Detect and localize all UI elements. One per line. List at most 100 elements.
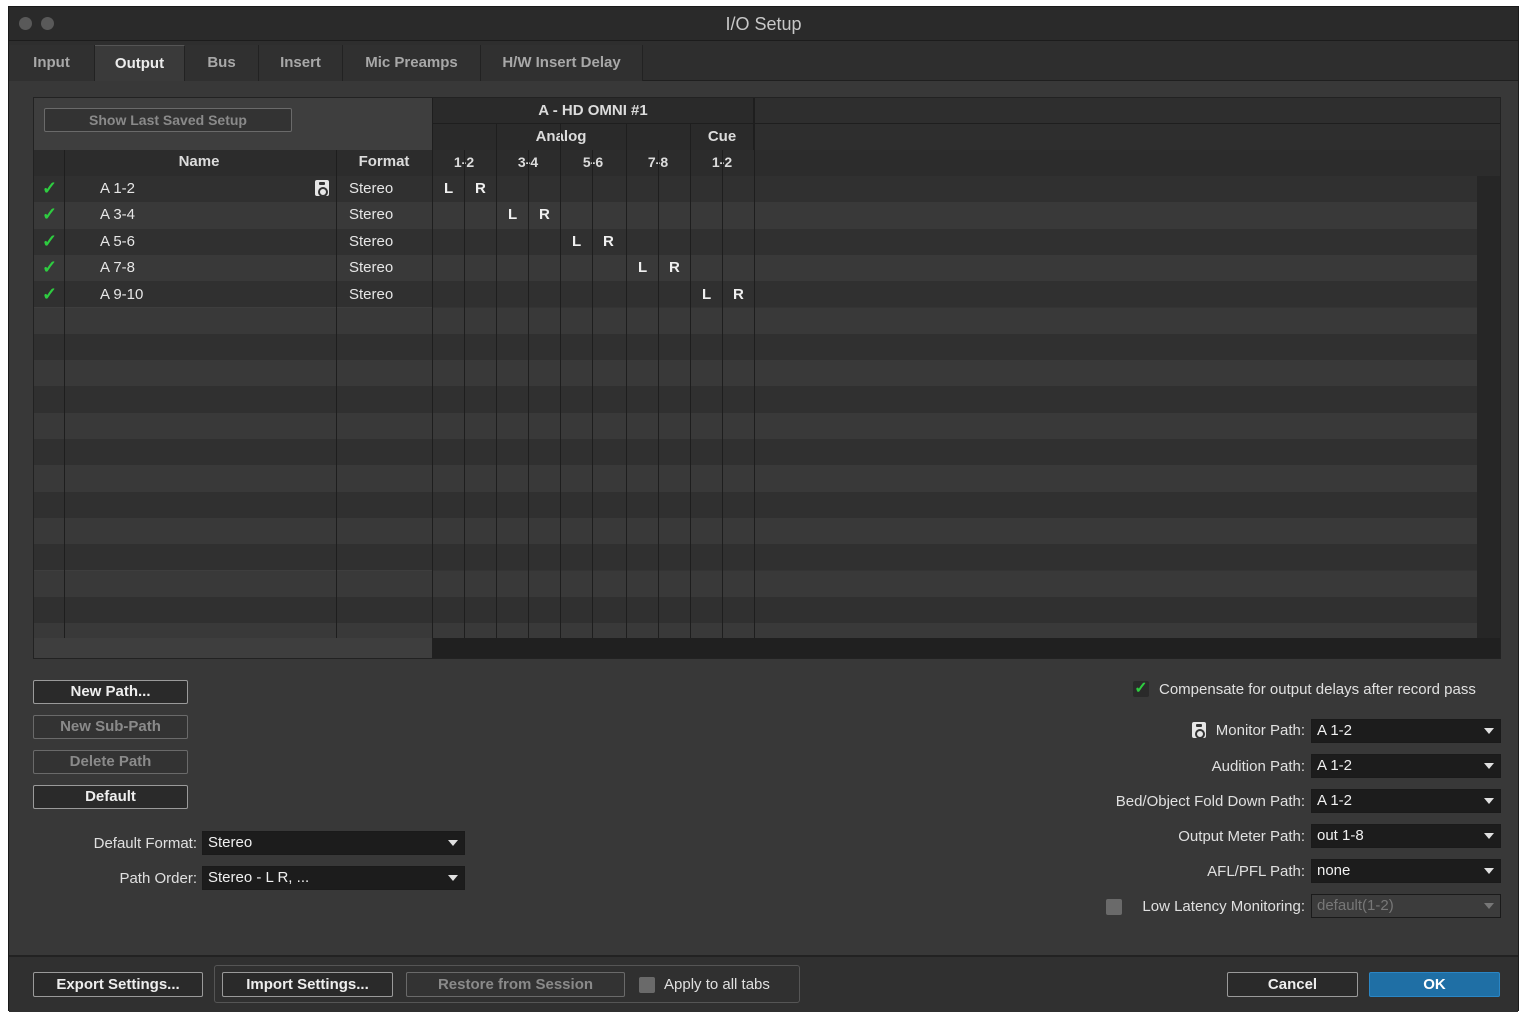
route-left-marker[interactable]: L (702, 286, 711, 303)
output-meter-path-select[interactable]: out 1-8 (1311, 824, 1501, 848)
chevron-down-icon (1484, 728, 1494, 734)
afl-pfl-path-label: AFL/PFL Path: (1207, 863, 1305, 880)
route-right-marker[interactable]: R (539, 206, 550, 223)
table-row (34, 491, 1477, 518)
format-column-header[interactable]: Format (336, 153, 432, 170)
analog-group-label: Analog (535, 128, 587, 145)
tab-input[interactable]: Input (9, 45, 95, 81)
audition-path-label: Audition Path: (1211, 758, 1305, 775)
route-left-marker[interactable]: L (572, 233, 581, 250)
table-row (34, 570, 1477, 597)
route-left-marker[interactable]: L (508, 206, 517, 223)
tab-bus[interactable]: Bus (185, 45, 259, 81)
path-order-select[interactable]: Stereo - L R, ... (202, 866, 465, 890)
route-right-marker[interactable]: R (603, 233, 614, 250)
grid-divider (528, 150, 529, 638)
restore-from-session-button[interactable]: Restore from Session (406, 972, 625, 997)
device-name: A - HD OMNI #1 (538, 102, 648, 119)
path-active-checkbox[interactable]: ✓ (42, 204, 57, 225)
fold-down-path-select[interactable]: A 1-2 (1311, 789, 1501, 813)
new-sub-path-button[interactable]: New Sub-Path (33, 715, 188, 739)
low-latency-select: default(1-2) (1311, 894, 1501, 918)
new-path-button[interactable]: New Path... (33, 680, 188, 704)
chevron-down-icon (448, 840, 458, 846)
path-order-label: Path Order: (119, 870, 197, 887)
name-column-header[interactable]: Name (64, 153, 334, 170)
table-row (34, 412, 1477, 439)
show-last-saved-button[interactable]: Show Last Saved Setup (44, 108, 292, 132)
grid-divider (754, 98, 755, 638)
grid-divider (626, 123, 627, 638)
chevron-down-icon (1484, 763, 1494, 769)
path-format[interactable]: Stereo (349, 259, 393, 276)
io-setup-window: I/O Setup Input Output Bus Insert Mic Pr… (8, 6, 1519, 1012)
import-settings-button[interactable]: Import Settings... (222, 972, 393, 997)
path-format[interactable]: Stereo (349, 206, 393, 223)
tab-mic-preamps[interactable]: Mic Preamps (343, 45, 481, 81)
table-row (34, 307, 1477, 334)
audition-path-value: A 1-2 (1317, 757, 1353, 774)
route-left-marker[interactable]: L (444, 180, 453, 197)
route-right-marker[interactable]: R (733, 286, 744, 303)
ok-button[interactable]: OK (1369, 972, 1500, 997)
default-format-select[interactable]: Stereo (202, 831, 465, 855)
path-format[interactable]: Stereo (349, 180, 393, 197)
tab-hw-insert-delay[interactable]: H/W Insert Delay (481, 45, 643, 81)
path-format[interactable]: Stereo (349, 286, 393, 303)
delete-path-button[interactable]: Delete Path (33, 750, 188, 774)
vertical-scrollbar[interactable] (1477, 176, 1500, 638)
horizontal-scrollbar[interactable] (432, 638, 1500, 658)
cue-group-label: Cue (707, 128, 737, 145)
export-settings-button[interactable]: Export Settings... (33, 972, 203, 997)
path-active-checkbox[interactable]: ✓ (42, 231, 57, 252)
low-latency-value: default(1-2) (1317, 897, 1394, 914)
grid-divider (658, 150, 659, 638)
path-active-checkbox[interactable]: ✓ (42, 284, 57, 305)
table-row[interactable] (34, 228, 1477, 255)
table-row[interactable] (34, 176, 1477, 203)
route-left-marker[interactable]: L (638, 259, 647, 276)
monitor-path-select[interactable]: A 1-2 (1311, 719, 1501, 743)
grid-divider (560, 123, 561, 638)
chevron-down-icon (1484, 833, 1494, 839)
table-row (34, 596, 1477, 624)
path-name[interactable]: A 1-2 (100, 180, 135, 197)
apply-all-tabs-checkbox[interactable] (639, 977, 655, 993)
routing-grid-panel: Show Last Saved Setup A - HD OMNI #1 Ana… (33, 97, 1501, 659)
output-meter-path-label: Output Meter Path: (1178, 828, 1305, 845)
grid-divider (592, 150, 593, 638)
chevron-down-icon (1484, 903, 1494, 909)
chevron-down-icon (448, 875, 458, 881)
path-active-checkbox[interactable]: ✓ (42, 257, 57, 278)
path-name[interactable]: A 5-6 (100, 233, 135, 250)
cancel-button[interactable]: Cancel (1227, 972, 1358, 997)
tab-insert[interactable]: Insert (259, 45, 343, 81)
chevron-down-icon (1484, 798, 1494, 804)
tab-output[interactable]: Output (95, 45, 185, 81)
chevron-down-icon (1484, 868, 1494, 874)
path-name[interactable]: A 3-4 (100, 206, 135, 223)
column-divider (336, 150, 337, 638)
grid-divider (690, 123, 691, 638)
afl-pfl-path-value: none (1317, 862, 1351, 879)
compensate-label: Compensate for output delays after recor… (1159, 681, 1476, 698)
route-right-marker[interactable]: R (669, 259, 680, 276)
monitor-path-label: Monitor Path: (1215, 722, 1305, 739)
audition-path-select[interactable]: A 1-2 (1311, 754, 1501, 778)
compensate-checkbox[interactable]: ✓ (1133, 681, 1149, 697)
path-name[interactable]: A 7-8 (100, 259, 135, 276)
table-row[interactable] (34, 202, 1477, 229)
header-divider (432, 123, 1500, 124)
default-button[interactable]: Default (33, 785, 188, 809)
path-format[interactable]: Stereo (349, 233, 393, 250)
monitor-path-value: A 1-2 (1317, 722, 1353, 739)
afl-pfl-path-select[interactable]: none (1311, 859, 1501, 883)
path-active-checkbox[interactable]: ✓ (42, 178, 57, 199)
fold-down-path-label: Bed/Object Fold Down Path: (1115, 793, 1305, 810)
table-row[interactable] (34, 281, 1477, 308)
route-right-marker[interactable]: R (475, 180, 486, 197)
path-name[interactable]: A 9-10 (100, 286, 143, 303)
low-latency-label: Low Latency Monitoring: (1142, 898, 1305, 915)
table-row (34, 333, 1477, 361)
table-row[interactable] (34, 254, 1477, 282)
